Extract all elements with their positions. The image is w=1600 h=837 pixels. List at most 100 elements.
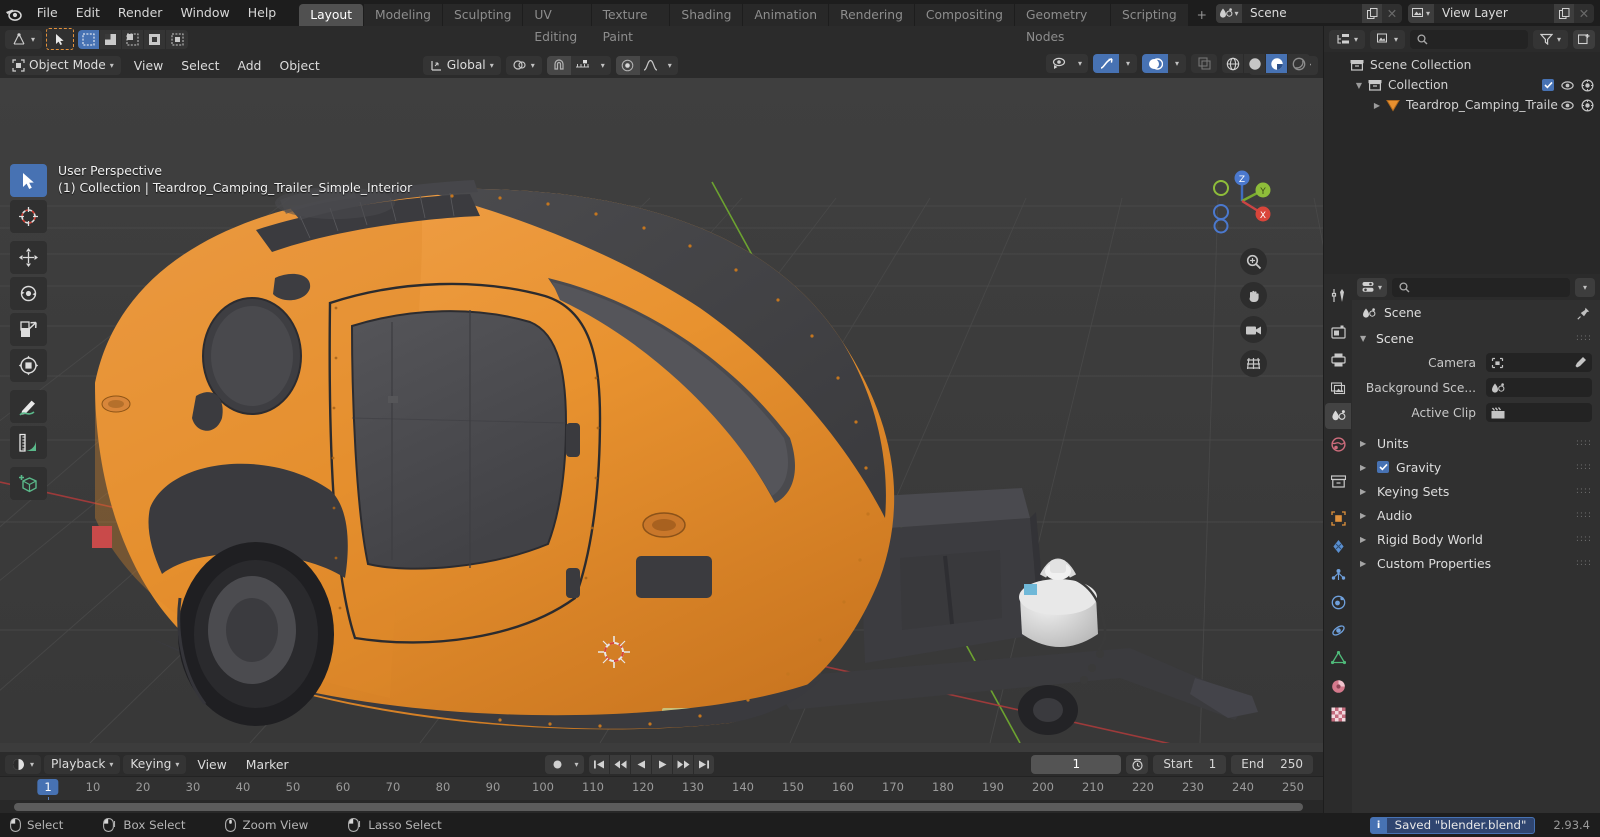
navigation-gizmo[interactable]: Z Y X	[1205, 164, 1279, 238]
collapsed-panel[interactable]: ▶ Custom Properties::::	[1352, 551, 1600, 575]
add-workspace-button[interactable]: +	[1189, 4, 1216, 26]
chevron-down-icon[interactable]: ▾	[662, 61, 678, 70]
collapsed-panel[interactable]: ▶ Audio::::	[1352, 503, 1600, 527]
property-value-field[interactable]	[1486, 403, 1592, 422]
visibility-toggle-icon[interactable]	[1561, 100, 1574, 111]
properties-editor-type[interactable]: ▾	[1357, 277, 1387, 297]
start-frame-field[interactable]: Start 1	[1153, 754, 1227, 774]
texture-tab[interactable]	[1325, 701, 1351, 727]
property-value-field[interactable]	[1486, 353, 1592, 372]
workspace-tab-animation[interactable]: Animation	[743, 4, 830, 26]
transform-orientation-selector[interactable]: Global ▾	[422, 55, 501, 75]
chevron-down-icon[interactable]: ▾	[569, 760, 584, 769]
scene-selector[interactable]: ▾ Scene ✕	[1216, 3, 1402, 23]
active-tool-cursor-icon[interactable]	[46, 28, 75, 50]
current-frame-field[interactable]: 1	[1031, 754, 1122, 774]
snap-mode-icon[interactable]	[571, 59, 595, 71]
proportional-editing-icon[interactable]	[615, 55, 640, 75]
chevron-down-icon[interactable]: ▾	[1072, 59, 1088, 68]
modifier-tab[interactable]	[1325, 533, 1351, 559]
tweak-tool[interactable]	[10, 164, 47, 197]
interaction-mode-selector[interactable]: Object Mode ▾	[5, 55, 121, 75]
workspace-tab-modeling[interactable]: Modeling	[364, 4, 443, 26]
scale-tool[interactable]	[10, 313, 47, 346]
top-menu-edit[interactable]: Edit	[67, 0, 109, 26]
gizmo-icon[interactable]	[1093, 54, 1119, 73]
overlays-group[interactable]: ▾	[1142, 54, 1186, 73]
render-visibility-icon[interactable]	[1581, 98, 1594, 112]
jump-end-icon[interactable]	[694, 754, 714, 774]
pin-icon[interactable]	[1577, 307, 1590, 320]
timeline-horizontal-scrollbar[interactable]	[14, 803, 1303, 811]
top-menu-render[interactable]: Render	[109, 0, 172, 26]
workspace-tab-shading[interactable]: Shading	[670, 4, 744, 26]
hand-icon[interactable]	[1240, 282, 1267, 309]
copy-icon[interactable]	[1554, 3, 1574, 23]
chevron-right-icon[interactable]: ▶	[1360, 535, 1370, 544]
extend-select-icon[interactable]	[100, 29, 123, 49]
scene-name[interactable]: Scene	[1242, 3, 1362, 23]
proportional-editing-group[interactable]: ▾	[615, 55, 678, 75]
keying-menu[interactable]: Keying ▾	[123, 754, 187, 774]
material-preview-icon[interactable]	[1266, 54, 1288, 73]
viewport-menu-add[interactable]: Add	[229, 56, 269, 75]
chevron-down-icon[interactable]: ▾	[1168, 54, 1186, 73]
panel-drag-handle[interactable]: ::::	[1576, 438, 1592, 448]
particles-tab[interactable]	[1325, 561, 1351, 587]
timeline-playhead[interactable]: 1	[37, 779, 59, 795]
object-tab[interactable]	[1325, 505, 1351, 531]
playback-menu[interactable]: Playback ▾	[44, 754, 121, 774]
magnet-icon[interactable]	[546, 55, 571, 75]
visibility-toggle-icon[interactable]	[1561, 80, 1574, 91]
move-tool[interactable]	[10, 241, 47, 274]
chevron-right-icon[interactable]: ▶	[1360, 439, 1370, 448]
view-layer-selector[interactable]: ▾ View Layer ✕	[1408, 3, 1594, 23]
output-tab[interactable]	[1325, 347, 1351, 373]
status-notification[interactable]: i Saved "blender.blend"	[1369, 816, 1536, 834]
cursor-tool[interactable]	[10, 200, 47, 233]
collapsed-panel[interactable]: ▶ Gravity::::	[1352, 455, 1600, 479]
new-collection-icon[interactable]	[1573, 29, 1595, 49]
timeline-view-menu[interactable]: View	[189, 755, 234, 774]
panel-drag-handle[interactable]: ::::	[1576, 486, 1592, 496]
render-visibility-icon[interactable]	[1581, 78, 1594, 92]
preview-range-icon[interactable]	[1126, 754, 1149, 774]
grid-ortho-icon[interactable]	[1240, 350, 1267, 377]
visibility-group[interactable]: ▾	[1046, 54, 1088, 73]
chevron-right-icon[interactable]: ▶	[1360, 559, 1370, 568]
panel-drag-handle[interactable]: ::::	[1576, 510, 1592, 520]
outliner-row[interactable]: ▶ Teardrop_Camping_Traile	[1324, 95, 1600, 115]
editor-type-selector[interactable]: ▾	[5, 29, 43, 49]
subtract-select-icon[interactable]	[122, 29, 145, 49]
viewport-menu-select[interactable]: Select	[173, 56, 227, 75]
jump-start-icon[interactable]	[589, 754, 609, 774]
x-icon[interactable]: ✕	[1574, 3, 1594, 23]
gizmo-group[interactable]: ▾	[1093, 54, 1137, 73]
3d-viewport[interactable]: User Perspective (1) Collection | Teardr…	[0, 78, 1323, 752]
material-tab[interactable]	[1325, 673, 1351, 699]
tool-tab[interactable]	[1325, 282, 1351, 308]
outliner-checkbox[interactable]	[1542, 79, 1554, 91]
workspace-tab-rendering[interactable]: Rendering	[829, 4, 915, 26]
falloff-curve-icon[interactable]	[640, 59, 662, 71]
workspace-tab-layout[interactable]: Layout	[299, 4, 365, 26]
play-icon[interactable]	[652, 754, 672, 774]
chevron-right-icon[interactable]: ▶	[1360, 463, 1370, 472]
outliner-row[interactable]: Scene Collection	[1324, 55, 1600, 75]
properties-search-input[interactable]	[1392, 277, 1570, 297]
timeline-ruler[interactable]: 10 20 30 40 50 60 70 80 90 100 110 120 130 140 150 160 1…	[0, 776, 1323, 802]
snapping-group[interactable]: ▾	[546, 55, 611, 75]
chevron-right-icon[interactable]: ▶	[1360, 487, 1370, 496]
invert-select-icon[interactable]	[144, 29, 167, 49]
next-keyframe-icon[interactable]	[673, 754, 693, 774]
shading-mode-group[interactable]	[1222, 54, 1310, 73]
chevron-down-icon[interactable]: ▾	[1119, 54, 1137, 73]
set-select-icon[interactable]	[78, 29, 101, 49]
workspace-tab-scripting[interactable]: Scripting	[1110, 4, 1189, 26]
scene-panel-header[interactable]: ▼ Scene ::::	[1352, 326, 1600, 350]
collapsed-panel[interactable]: ▶ Keying Sets::::	[1352, 479, 1600, 503]
panel-drag-handle[interactable]: ::::	[1576, 534, 1592, 544]
annotate-tool[interactable]	[10, 390, 47, 423]
view-layer-tab[interactable]	[1325, 375, 1351, 401]
timeline-editor-type[interactable]: ▾	[5, 754, 42, 774]
